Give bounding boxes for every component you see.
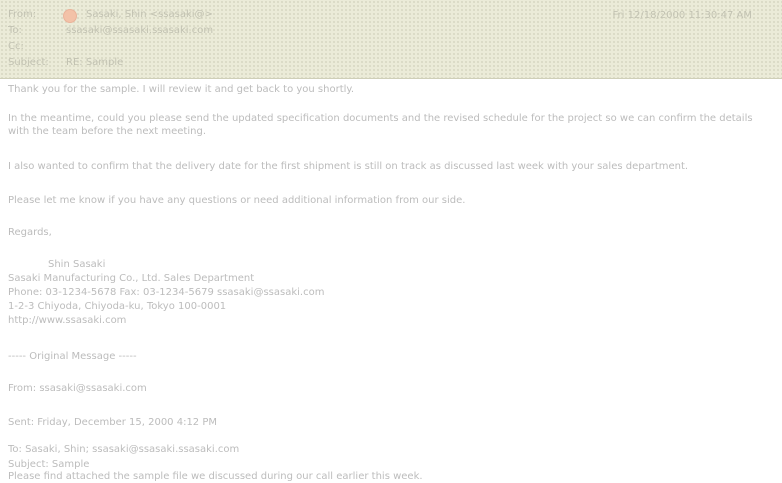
- signature-link[interactable]: http://www.ssasaki.com: [8, 315, 126, 327]
- original-sent: Sent: Friday, December 15, 2000 4:12 PM: [8, 417, 218, 428]
- body-line: I also wanted to confirm that the delive…: [8, 161, 689, 172]
- from-label: From:: [8, 9, 37, 20]
- signature-address: 1-2-3 Chiyoda, Chiyoda-ku, Tokyo 100-000…: [8, 301, 227, 312]
- subject-value: RE: Sample: [66, 57, 124, 68]
- body-line: Please let me know if you have any quest…: [8, 195, 466, 206]
- sent-datetime: Fri 12/18/2000 11:30:47 AM: [612, 10, 752, 21]
- signature-contact: Phone: 03-1234-5678 Fax: 03-1234-5679 ss…: [8, 287, 325, 298]
- from-value[interactable]: Sasaki, Shin <ssasaki@>: [86, 8, 213, 22]
- body-line: with the team before the next meeting.: [8, 126, 206, 137]
- body-line: Thank you for the sample. I will review …: [8, 84, 355, 95]
- original-to: To: Sasaki, Shin; ssasaki@ssasaki.ssasak…: [8, 444, 240, 455]
- original-from: From: ssasaki@ssasaki.com: [8, 383, 147, 394]
- signature-company: Sasaki Manufacturing Co., Ltd. Sales Dep…: [8, 273, 255, 284]
- body-line: In the meantime, could you please send t…: [8, 113, 753, 124]
- original-message-divider: ----- Original Message -----: [8, 351, 137, 362]
- signature-name: Shin Sasaki: [48, 259, 106, 270]
- original-subject: Subject: Sample: [8, 459, 90, 470]
- sender-avatar[interactable]: [63, 9, 77, 23]
- original-body-line: Please find attached the sample file we …: [8, 471, 423, 482]
- subject-label: Subject:: [8, 57, 49, 68]
- cc-label: Cc:: [8, 41, 24, 52]
- signature-greeting: Regards,: [8, 227, 52, 238]
- to-value[interactable]: ssasaki@ssasaki.ssasaki.com: [66, 24, 213, 38]
- to-row: To: ssasaki@ssasaki.ssasaki.com: [8, 24, 768, 38]
- message-header: From: Sasaki, Shin <ssasaki@> Fri 12/18/…: [0, 0, 782, 79]
- to-label: To:: [8, 25, 22, 36]
- cc-row: Cc:: [8, 40, 768, 54]
- subject-row: Subject: RE: Sample: [8, 56, 768, 70]
